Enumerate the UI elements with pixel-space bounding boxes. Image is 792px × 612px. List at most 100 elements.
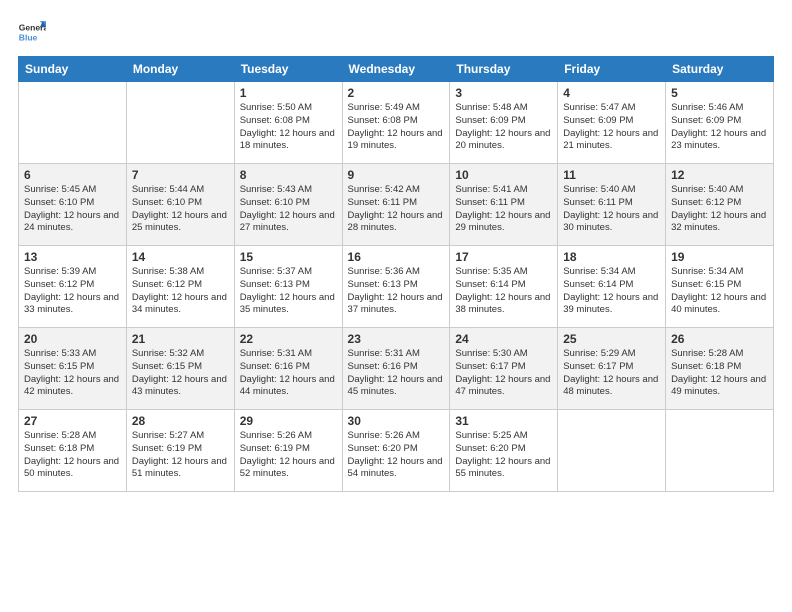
day-info: Sunrise: 5:28 AM Sunset: 6:18 PM Dayligh… (24, 430, 121, 481)
calendar-cell: 2 Sunrise: 5:49 AM Sunset: 6:08 PM Daylig… (342, 82, 450, 164)
day-number: 19 (671, 250, 768, 264)
calendar-cell: 18 Sunrise: 5:34 AM Sunset: 6:14 PM Dayli… (558, 246, 666, 328)
day-number: 23 (348, 332, 445, 346)
calendar-cell: 12 Sunrise: 5:40 AM Sunset: 6:12 PM Dayli… (666, 164, 774, 246)
calendar-row-5: 27 Sunrise: 5:28 AM Sunset: 6:18 PM Dayli… (19, 410, 774, 492)
day-number: 28 (132, 414, 229, 428)
weekday-friday: Friday (558, 57, 666, 82)
calendar-cell: 27 Sunrise: 5:28 AM Sunset: 6:18 PM Dayli… (19, 410, 127, 492)
day-number: 7 (132, 168, 229, 182)
weekday-saturday: Saturday (666, 57, 774, 82)
day-info: Sunrise: 5:26 AM Sunset: 6:20 PM Dayligh… (348, 430, 445, 481)
calendar-cell: 1Sunrise: 5:50 AM Sunset: 6:08 PM Daylig… (234, 82, 342, 164)
calendar-cell (126, 82, 234, 164)
day-number: 2 (348, 86, 445, 100)
calendar-cell: 9Sunrise: 5:42 AM Sunset: 6:11 PM Daylig… (342, 164, 450, 246)
day-number: 12 (671, 168, 768, 182)
day-info: Sunrise: 5:30 AM Sunset: 6:17 PM Dayligh… (455, 348, 552, 399)
calendar-cell: 29 Sunrise: 5:26 AM Sunset: 6:19 PM Dayli… (234, 410, 342, 492)
calendar-cell: 23 Sunrise: 5:31 AM Sunset: 6:16 PM Dayli… (342, 328, 450, 410)
weekday-sunday: Sunday (19, 57, 127, 82)
day-number: 5 (671, 86, 768, 100)
day-info: Sunrise: 5:34 AM Sunset: 6:15 PM Dayligh… (671, 266, 768, 317)
day-number: 24 (455, 332, 552, 346)
day-info: Sunrise: 5:37 AM Sunset: 6:13 PM Dayligh… (240, 266, 337, 317)
calendar-cell: 4 Sunrise: 5:47 AM Sunset: 6:09 PM Daylig… (558, 82, 666, 164)
calendar-cell: 11 Sunrise: 5:40 AM Sunset: 6:11 PM Dayli… (558, 164, 666, 246)
day-number: 22 (240, 332, 337, 346)
calendar-cell: 16 Sunrise: 5:36 AM Sunset: 6:13 PM Dayli… (342, 246, 450, 328)
day-number: 10 (455, 168, 552, 182)
calendar-cell: 28 Sunrise: 5:27 AM Sunset: 6:19 PM Dayli… (126, 410, 234, 492)
day-info: Sunrise: 5:25 AM Sunset: 6:20 PM Dayligh… (455, 430, 552, 481)
day-number: 25 (563, 332, 660, 346)
day-info: Sunrise: 5:45 AM Sunset: 6:10 PM Dayligh… (24, 184, 121, 235)
calendar-row-3: 13 Sunrise: 5:39 AM Sunset: 6:12 PM Dayli… (19, 246, 774, 328)
day-info: Sunrise: 5:44 AM Sunset: 6:10 PM Dayligh… (132, 184, 229, 235)
day-number: 11 (563, 168, 660, 182)
calendar-cell: 5 Sunrise: 5:46 AM Sunset: 6:09 PM Daylig… (666, 82, 774, 164)
day-info: Sunrise: 5:29 AM Sunset: 6:17 PM Dayligh… (563, 348, 660, 399)
day-number: 16 (348, 250, 445, 264)
day-number: 29 (240, 414, 337, 428)
day-number: 21 (132, 332, 229, 346)
day-info: Sunrise: 5:38 AM Sunset: 6:12 PM Dayligh… (132, 266, 229, 317)
calendar-cell: 19 Sunrise: 5:34 AM Sunset: 6:15 PM Dayli… (666, 246, 774, 328)
day-info: Sunrise: 5:49 AM Sunset: 6:08 PM Dayligh… (348, 102, 445, 153)
day-number: 6 (24, 168, 121, 182)
day-info: Sunrise: 5:36 AM Sunset: 6:13 PM Dayligh… (348, 266, 445, 317)
day-info: Sunrise: 5:41 AM Sunset: 6:11 PM Dayligh… (455, 184, 552, 235)
svg-text:Blue: Blue (19, 33, 38, 43)
day-number: 17 (455, 250, 552, 264)
day-info: Sunrise: 5:31 AM Sunset: 6:16 PM Dayligh… (240, 348, 337, 399)
calendar-table: SundayMondayTuesdayWednesdayThursdayFrid… (18, 56, 774, 492)
calendar-cell: 8 Sunrise: 5:43 AM Sunset: 6:10 PM Daylig… (234, 164, 342, 246)
calendar-cell: 15 Sunrise: 5:37 AM Sunset: 6:13 PM Dayli… (234, 246, 342, 328)
day-info: Sunrise: 5:46 AM Sunset: 6:09 PM Dayligh… (671, 102, 768, 153)
day-info: Sunrise: 5:34 AM Sunset: 6:14 PM Dayligh… (563, 266, 660, 317)
calendar-cell: 31Sunrise: 5:25 AM Sunset: 6:20 PM Dayli… (450, 410, 558, 492)
calendar-cell (558, 410, 666, 492)
day-info: Sunrise: 5:47 AM Sunset: 6:09 PM Dayligh… (563, 102, 660, 153)
day-info: Sunrise: 5:42 AM Sunset: 6:11 PM Dayligh… (348, 184, 445, 235)
day-number: 4 (563, 86, 660, 100)
calendar-cell: 26 Sunrise: 5:28 AM Sunset: 6:18 PM Dayli… (666, 328, 774, 410)
weekday-monday: Monday (126, 57, 234, 82)
calendar-cell: 30Sunrise: 5:26 AM Sunset: 6:20 PM Dayli… (342, 410, 450, 492)
day-info: Sunrise: 5:40 AM Sunset: 6:12 PM Dayligh… (671, 184, 768, 235)
day-info: Sunrise: 5:27 AM Sunset: 6:19 PM Dayligh… (132, 430, 229, 481)
day-number: 18 (563, 250, 660, 264)
calendar-cell: 21 Sunrise: 5:32 AM Sunset: 6:15 PM Dayli… (126, 328, 234, 410)
day-info: Sunrise: 5:26 AM Sunset: 6:19 PM Dayligh… (240, 430, 337, 481)
day-info: Sunrise: 5:31 AM Sunset: 6:16 PM Dayligh… (348, 348, 445, 399)
day-number: 27 (24, 414, 121, 428)
logo: General Blue (18, 18, 50, 46)
calendar-row-2: 6 Sunrise: 5:45 AM Sunset: 6:10 PM Daylig… (19, 164, 774, 246)
calendar-row-4: 20 Sunrise: 5:33 AM Sunset: 6:15 PM Dayli… (19, 328, 774, 410)
calendar-cell: 24 Sunrise: 5:30 AM Sunset: 6:17 PM Dayli… (450, 328, 558, 410)
weekday-header-row: SundayMondayTuesdayWednesdayThursdayFrid… (19, 57, 774, 82)
page: General Blue SundayMondayTuesdayWednesda… (0, 0, 792, 612)
day-number: 14 (132, 250, 229, 264)
day-info: Sunrise: 5:39 AM Sunset: 6:12 PM Dayligh… (24, 266, 121, 317)
calendar-cell: 25 Sunrise: 5:29 AM Sunset: 6:17 PM Dayli… (558, 328, 666, 410)
day-info: Sunrise: 5:40 AM Sunset: 6:11 PM Dayligh… (563, 184, 660, 235)
calendar-cell: 20 Sunrise: 5:33 AM Sunset: 6:15 PM Dayli… (19, 328, 127, 410)
calendar-cell: 13 Sunrise: 5:39 AM Sunset: 6:12 PM Dayli… (19, 246, 127, 328)
day-number: 26 (671, 332, 768, 346)
calendar-cell (666, 410, 774, 492)
calendar-cell (19, 82, 127, 164)
weekday-thursday: Thursday (450, 57, 558, 82)
calendar-cell: 22 Sunrise: 5:31 AM Sunset: 6:16 PM Dayli… (234, 328, 342, 410)
day-info: Sunrise: 5:43 AM Sunset: 6:10 PM Dayligh… (240, 184, 337, 235)
calendar-row-1: 1Sunrise: 5:50 AM Sunset: 6:08 PM Daylig… (19, 82, 774, 164)
day-number: 15 (240, 250, 337, 264)
day-number: 20 (24, 332, 121, 346)
day-info: Sunrise: 5:32 AM Sunset: 6:15 PM Dayligh… (132, 348, 229, 399)
day-info: Sunrise: 5:33 AM Sunset: 6:15 PM Dayligh… (24, 348, 121, 399)
day-info: Sunrise: 5:28 AM Sunset: 6:18 PM Dayligh… (671, 348, 768, 399)
day-number: 8 (240, 168, 337, 182)
calendar-cell: 17Sunrise: 5:35 AM Sunset: 6:14 PM Dayli… (450, 246, 558, 328)
day-number: 13 (24, 250, 121, 264)
calendar-cell: 7 Sunrise: 5:44 AM Sunset: 6:10 PM Daylig… (126, 164, 234, 246)
